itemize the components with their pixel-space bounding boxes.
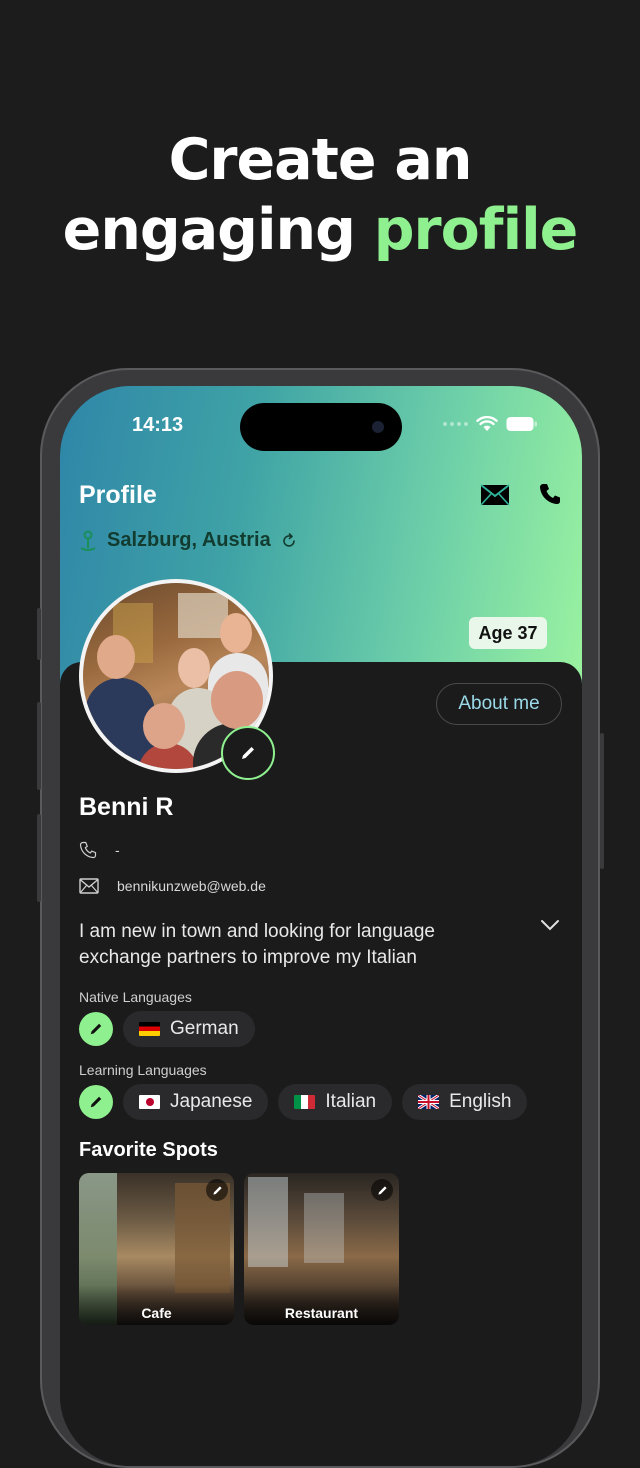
location-row[interactable]: Salzburg, Austria — [79, 529, 297, 552]
language-name: Italian — [325, 1091, 377, 1112]
email-value: bennikunzweb@web.de — [117, 878, 266, 894]
location-text: Salzburg, Austria — [107, 529, 271, 551]
pencil-icon — [212, 1185, 222, 1195]
phone-volume-down — [37, 814, 41, 902]
it-flag-icon — [294, 1095, 316, 1109]
phone-screen: 14:13 Profile Salzburg, Austria Age 37 A… — [60, 386, 582, 1466]
email-row: bennikunzweb@web.de — [79, 878, 266, 894]
edit-spot-button[interactable] — [371, 1179, 393, 1201]
language-chip-english[interactable]: English — [402, 1084, 528, 1120]
status-icons — [443, 416, 538, 432]
language-name: Japanese — [170, 1091, 253, 1112]
phone-volume-up — [37, 702, 41, 790]
battery-icon — [506, 417, 537, 431]
language-name: English — [449, 1091, 512, 1112]
spot-card-cafe[interactable]: Cafe — [79, 1173, 234, 1325]
phone-side-button — [37, 608, 41, 660]
phone-icon[interactable] — [538, 482, 562, 506]
headline-line-2-start: engaging — [62, 197, 374, 263]
camera-icon — [372, 421, 384, 433]
jp-flag-icon — [139, 1095, 160, 1109]
profile-name: Benni R — [79, 793, 174, 821]
language-chip-german[interactable]: German — [123, 1011, 255, 1047]
wifi-icon — [476, 416, 498, 431]
language-name: German — [170, 1018, 239, 1039]
spot-label: Restaurant — [284, 1305, 359, 1321]
page-title: Profile — [79, 481, 157, 509]
dynamic-island — [240, 403, 402, 451]
language-chip-japanese[interactable]: Japanese — [123, 1084, 269, 1120]
edit-avatar-button[interactable] — [221, 726, 275, 780]
phone-value: - — [115, 842, 120, 858]
phone-row: - — [79, 841, 120, 859]
bio-text: I am new in town and looking for languag… — [79, 921, 435, 968]
headline-accent: profile — [373, 197, 579, 263]
native-languages-label: Native Languages — [79, 989, 192, 1005]
pencil-icon — [242, 747, 254, 759]
learning-languages-label: Learning Languages — [79, 1062, 207, 1078]
favorite-spots-title: Favorite Spots — [79, 1139, 218, 1161]
about-me-button[interactable]: About me — [436, 683, 562, 725]
de-flag-icon — [139, 1022, 160, 1036]
language-chip-italian[interactable]: Italian — [278, 1084, 393, 1120]
pencil-icon — [377, 1185, 387, 1195]
spot-label: Cafe — [141, 1305, 172, 1321]
status-time: 14:13 — [132, 414, 184, 436]
edit-learning-languages-button[interactable] — [79, 1085, 113, 1119]
mail-icon — [79, 878, 99, 894]
phone-icon — [79, 841, 97, 859]
spot-card-restaurant[interactable]: Restaurant — [244, 1173, 399, 1325]
signal-icon — [443, 422, 468, 426]
marketing-headline: Create an engaging profile — [0, 125, 640, 265]
chevron-down-icon[interactable] — [540, 918, 560, 932]
headline-line-2: engaging profile — [0, 195, 640, 265]
location-pin-icon — [80, 530, 96, 551]
mail-icon[interactable] — [480, 484, 510, 506]
age-badge: Age 37 — [469, 617, 547, 649]
refresh-icon[interactable] — [281, 532, 297, 549]
pencil-icon — [90, 1023, 102, 1035]
phone-power-button — [600, 733, 604, 869]
edit-native-languages-button[interactable] — [79, 1012, 113, 1046]
headline-line-1: Create an — [168, 127, 473, 193]
gb-flag-icon — [418, 1095, 440, 1109]
pencil-icon — [90, 1096, 102, 1108]
learning-languages-row: Japanese Italian English — [79, 1084, 528, 1120]
edit-spot-button[interactable] — [206, 1179, 228, 1201]
native-languages-row: German — [79, 1011, 255, 1047]
